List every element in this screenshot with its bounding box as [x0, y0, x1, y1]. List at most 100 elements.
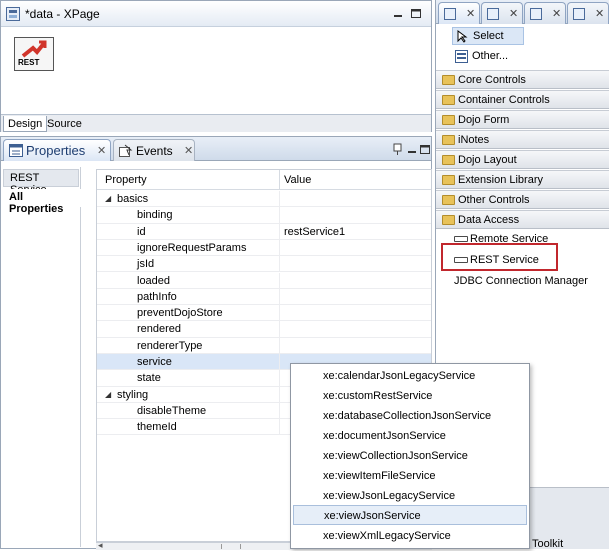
drawer-label: Other Controls [458, 194, 530, 206]
property-column-header: Property [105, 174, 147, 186]
table-row[interactable]: ignoreRequestParams [97, 239, 431, 257]
tab-data[interactable]: ✕ [524, 2, 566, 24]
pin-icon[interactable] [392, 143, 403, 155]
scroll-left-icon[interactable]: ◂ [98, 540, 103, 551]
property-name: service [137, 356, 172, 368]
service-dropdown-list[interactable]: xe:calendarJsonLegacyService xe:customRe… [290, 363, 530, 549]
close-icon[interactable]: ✕ [466, 7, 475, 20]
dropdown-option[interactable]: xe:customRestService [293, 386, 527, 406]
maximize-icon[interactable] [411, 9, 421, 18]
value-column-header: Value [284, 174, 312, 186]
drawer-other-controls[interactable]: Other Controls [436, 190, 609, 209]
select-tool[interactable]: Select [452, 27, 524, 45]
collapse-triangle-icon[interactable]: ◢ [105, 390, 111, 399]
property-name: ignoreRequestParams [137, 241, 247, 254]
table-row[interactable]: ◢ basics [97, 191, 431, 208]
maximize-icon[interactable] [420, 145, 431, 155]
table-row[interactable]: binding [97, 207, 431, 224]
palette-item-jdbc-connection-manager[interactable]: JDBC Connection Manager [436, 272, 609, 291]
property-name: binding [137, 209, 173, 222]
drawer-extension-library[interactable]: Extension Library [436, 170, 609, 189]
editor-titlebar: *data - XPage [1, 1, 431, 27]
dropdown-option-highlighted[interactable]: xe:viewJsonService [293, 505, 527, 525]
close-icon[interactable]: ✕ [184, 144, 193, 157]
drawer-inotes[interactable]: iNotes [436, 130, 609, 149]
xpage-editor: *data - XPage REST Design Source [0, 0, 432, 132]
property-name: jsId [137, 258, 155, 271]
tab-outline[interactable]: ✕ [567, 2, 609, 24]
tab-properties[interactable]: Properties ✕ [3, 139, 111, 161]
dropdown-option[interactable]: xe:databaseCollectionJsonService [293, 406, 527, 426]
open-folder-icon [442, 215, 455, 225]
scroll-thumb-grip[interactable] [221, 544, 241, 549]
close-icon[interactable]: ✕ [552, 7, 561, 20]
table-row[interactable]: rendererType [97, 337, 431, 354]
table-row[interactable]: pathInfo [97, 288, 431, 306]
other-controls-label: Other... [472, 50, 509, 62]
properties-icon [9, 144, 23, 157]
collapse-triangle-icon[interactable]: ◢ [105, 194, 111, 203]
tab-custom-controls[interactable]: ✕ [481, 2, 523, 24]
other-controls-icon [455, 50, 468, 63]
property-name: preventDojoStore [137, 307, 223, 320]
rest-control-label: REST [18, 58, 40, 67]
rest-service-control[interactable]: REST [14, 37, 54, 71]
dropdown-option[interactable]: xe:viewCollectionJsonService [293, 446, 527, 466]
table-row[interactable]: preventDojoStore [97, 305, 431, 322]
other-controls-item[interactable]: Other... [452, 48, 542, 66]
table-row[interactable]: loaded [97, 272, 431, 289]
data-icon [530, 8, 542, 20]
close-icon[interactable]: ✕ [595, 7, 604, 20]
tab-design[interactable]: Design [3, 116, 48, 132]
tab-events[interactable]: Events ✕ [113, 139, 195, 161]
minimize-icon[interactable] [393, 10, 403, 19]
palette-tab-bar: ✕ ✕ ✕ ✕ [436, 0, 609, 24]
folder-icon [442, 155, 455, 165]
property-name: loaded [137, 274, 171, 287]
dropdown-option[interactable]: xe:documentJsonService [293, 426, 527, 446]
folder-icon [442, 175, 455, 185]
service-icon [454, 236, 468, 242]
drawer-dojo-layout[interactable]: Dojo Layout [436, 150, 609, 169]
folder-icon [442, 115, 455, 125]
tab-controls[interactable]: ✕ [438, 2, 480, 24]
dropdown-option[interactable]: xe:viewXmlLegacyService [293, 526, 527, 546]
properties-tab-bar: Properties ✕ Events ✕ [1, 137, 431, 161]
table-row[interactable]: rendered [97, 321, 431, 338]
close-icon[interactable]: ✕ [509, 7, 518, 20]
tab-source[interactable]: Source [43, 116, 86, 132]
drawer-label: Core Controls [458, 74, 526, 86]
property-name: state [137, 372, 161, 385]
column-divider[interactable] [279, 170, 280, 190]
dropdown-option[interactable]: xe:calendarJsonLegacyService [293, 366, 527, 386]
drawer-label: Extension Library [458, 174, 543, 186]
table-row[interactable]: id restService1 [97, 223, 431, 240]
outline-icon [573, 8, 585, 20]
drawer-dojo-form[interactable]: Dojo Form [436, 110, 609, 129]
drawer-label: Dojo Layout [458, 154, 517, 166]
editor-tab-bar: Design Source [1, 114, 431, 132]
tab-properties-label: Properties [26, 143, 86, 158]
drawer-label: Data Access [458, 214, 520, 226]
custom-controls-icon [487, 8, 499, 20]
category-rest-service[interactable]: REST Service [3, 169, 79, 196]
drawer-label: iNotes [458, 134, 490, 146]
drawer-core-controls[interactable]: Core Controls [436, 70, 609, 89]
highlight-box [441, 243, 558, 271]
toolkit-label: Toolkit [532, 538, 564, 550]
folder-icon [442, 95, 455, 105]
drawer-data-access[interactable]: Data Access [436, 210, 609, 229]
dropdown-option[interactable]: xe:viewJsonLegacyService [293, 486, 527, 506]
drawer-container-controls[interactable]: Container Controls [436, 90, 609, 109]
property-value[interactable]: restService1 [284, 226, 345, 238]
palette-item-label: JDBC Connection Manager [454, 275, 588, 287]
xpage-icon [6, 7, 20, 21]
property-name: themeId [137, 421, 177, 434]
close-icon[interactable]: ✕ [97, 144, 106, 157]
dropdown-option[interactable]: xe:viewItemFileService [293, 466, 527, 486]
design-canvas[interactable]: REST [1, 27, 431, 114]
category-all-properties[interactable]: All Properties [3, 189, 81, 215]
rest-arrow-icon [21, 40, 47, 58]
table-row[interactable]: jsId [97, 256, 431, 273]
minimize-icon[interactable] [407, 146, 417, 155]
